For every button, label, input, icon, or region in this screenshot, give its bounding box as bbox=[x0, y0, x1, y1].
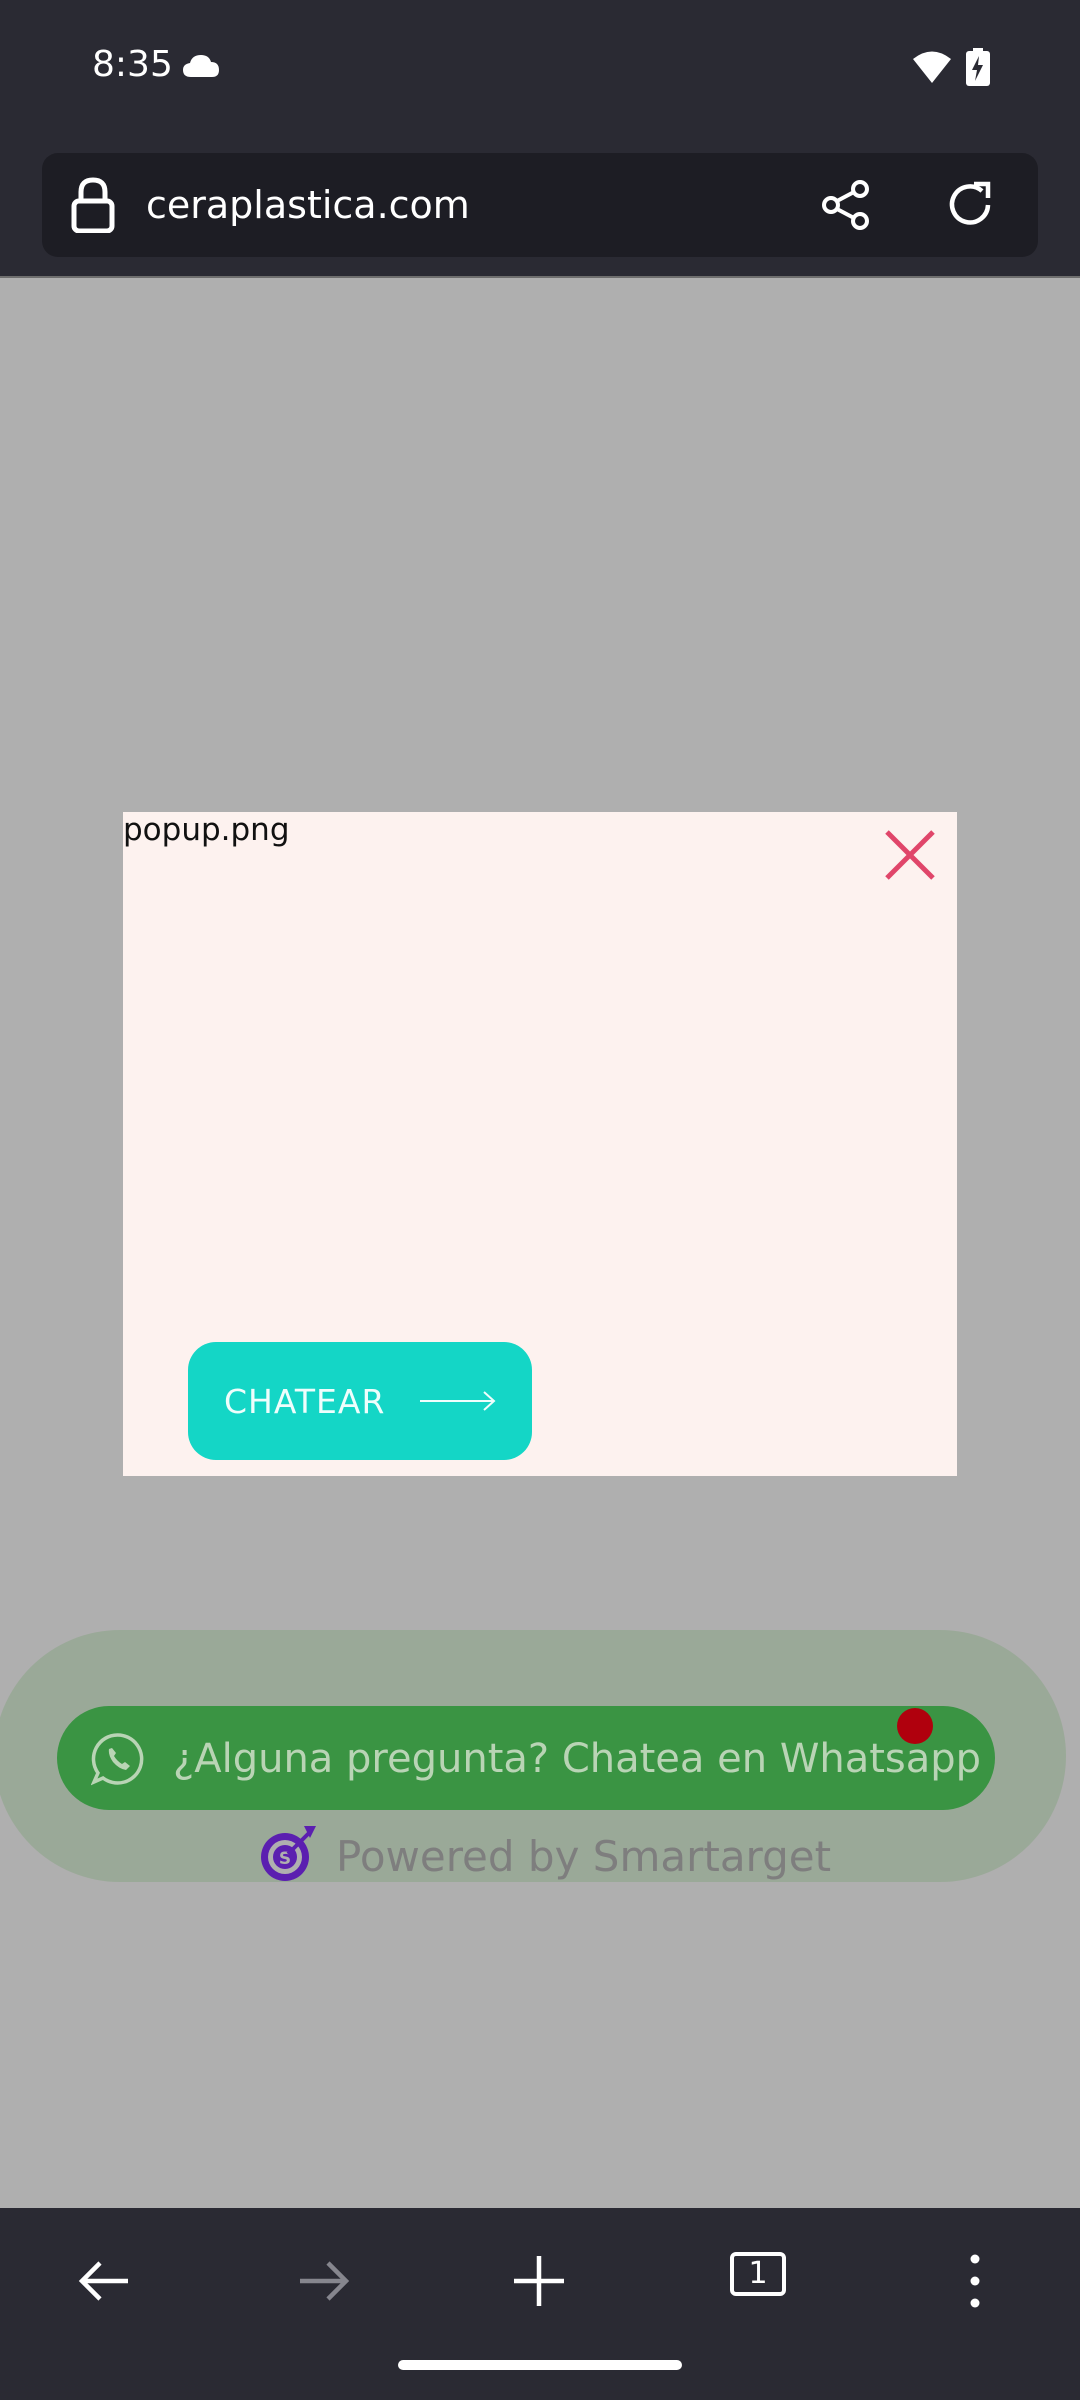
wifi-icon bbox=[913, 51, 951, 83]
lock-icon bbox=[71, 177, 115, 233]
whatsapp-chat-button[interactable]: ¿Alguna pregunta? Chatea en Whatsapp bbox=[57, 1706, 995, 1810]
status-bar: 8:35 bbox=[0, 0, 1080, 140]
chatear-button[interactable]: CHATEAR bbox=[188, 1342, 532, 1460]
forward-icon[interactable] bbox=[288, 2246, 358, 2316]
home-indicator[interactable] bbox=[398, 2360, 682, 2370]
url-text[interactable]: ceraplastica.com bbox=[146, 183, 470, 227]
chatear-label: CHATEAR bbox=[224, 1382, 386, 1421]
whatsapp-icon bbox=[91, 1733, 144, 1786]
cloud-icon bbox=[183, 55, 219, 77]
promo-popup: popup.png CHATEAR bbox=[123, 812, 957, 1476]
target-icon: S bbox=[261, 1826, 316, 1881]
reload-icon[interactable] bbox=[944, 179, 996, 231]
new-tab-icon[interactable] bbox=[504, 2246, 574, 2316]
more-icon[interactable] bbox=[940, 2246, 1010, 2316]
popup-image-alt-text: popup.png bbox=[123, 812, 290, 848]
status-time: 8:35 bbox=[92, 44, 173, 85]
battery-icon bbox=[966, 48, 990, 86]
powered-by-label: Powered by Smartarget bbox=[336, 1832, 832, 1881]
tabs-button[interactable]: 1 bbox=[730, 2252, 786, 2296]
url-bar[interactable]: ceraplastica.com bbox=[42, 153, 1038, 257]
browser-toolbar: 1 bbox=[0, 2208, 1080, 2400]
whatsapp-prompt: ¿Alguna pregunta? Chatea en Whatsapp bbox=[173, 1736, 982, 1782]
arrow-right-icon bbox=[420, 1391, 496, 1411]
close-icon[interactable] bbox=[883, 828, 937, 882]
back-icon[interactable] bbox=[70, 2246, 140, 2316]
share-icon[interactable] bbox=[820, 179, 872, 231]
notification-dot bbox=[897, 1708, 933, 1744]
tab-count: 1 bbox=[748, 2256, 768, 2291]
